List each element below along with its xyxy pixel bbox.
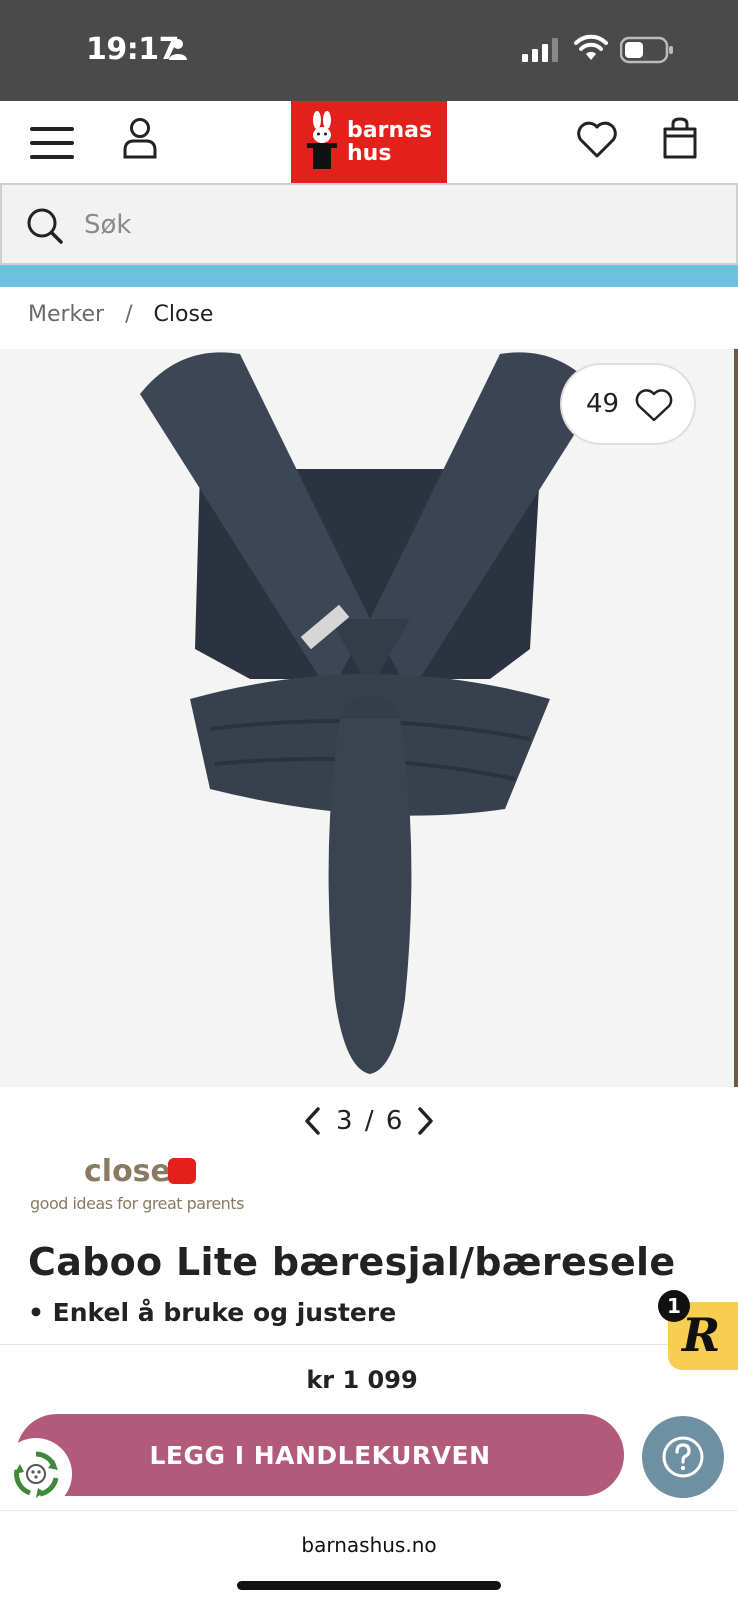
product-feature-bullet: • Enkel å bruke og justere bbox=[28, 1298, 397, 1327]
like-count: 49 bbox=[586, 389, 620, 419]
reviews-logo-letter: R bbox=[682, 1308, 721, 1362]
status-time: 19:17 bbox=[86, 32, 180, 67]
next-image-peek bbox=[734, 349, 738, 1087]
product-price: kr 1 099 bbox=[306, 1366, 418, 1394]
pager-position: 3 / 6 bbox=[336, 1106, 404, 1136]
person-icon bbox=[169, 39, 187, 60]
wifi-icon bbox=[574, 34, 608, 60]
status-bar: 19:17 bbox=[0, 0, 738, 101]
logo-wordmark: barnas hus bbox=[347, 119, 432, 165]
breadcrumb: Merker / Close bbox=[28, 302, 213, 327]
bunny-hat-icon bbox=[307, 111, 337, 169]
help-button[interactable] bbox=[642, 1416, 724, 1498]
product-photo-baby-wrap bbox=[140, 352, 600, 1074]
brand-logo-close[interactable]: close good ideas for great parents bbox=[30, 1154, 280, 1214]
browser-url[interactable]: barnashus.no bbox=[0, 1533, 738, 1557]
chevron-left-icon[interactable] bbox=[302, 1106, 324, 1136]
recycle-badge[interactable] bbox=[0, 1438, 72, 1510]
account-icon[interactable] bbox=[122, 117, 158, 161]
breadcrumb-item-close[interactable]: Close bbox=[154, 302, 214, 327]
shopping-bag-icon[interactable] bbox=[662, 117, 698, 159]
search-input[interactable] bbox=[84, 205, 644, 245]
recycle-icon bbox=[14, 1451, 59, 1498]
product-page: 19:17 barnas hus Søk Merker / Close 49 3… bbox=[0, 0, 738, 1600]
chevron-right-icon[interactable] bbox=[414, 1106, 436, 1136]
pager-separator: / bbox=[364, 1106, 376, 1136]
reviews-count-badge: 1 bbox=[658, 1290, 690, 1322]
search-icon[interactable] bbox=[26, 207, 64, 245]
heart-outline-icon bbox=[635, 389, 673, 422]
breadcrumb-separator: / bbox=[125, 302, 133, 327]
brand-heart-icon bbox=[168, 1158, 196, 1184]
browser-address-bar[interactable]: barnashus.no bbox=[0, 1510, 738, 1600]
promo-banner[interactable] bbox=[0, 265, 738, 287]
divider bbox=[0, 1344, 738, 1345]
product-title: Caboo Lite bæresjal/bæresele bbox=[28, 1240, 676, 1284]
image-pager: 3 / 6 bbox=[0, 1102, 738, 1142]
pager-current: 3 bbox=[336, 1106, 355, 1136]
logo-line-1: barnas bbox=[347, 118, 433, 143]
search-bar bbox=[0, 183, 738, 265]
heart-icon[interactable] bbox=[576, 119, 618, 159]
cellular-signal-icon bbox=[522, 38, 558, 62]
brand-name: close bbox=[84, 1154, 171, 1189]
question-mark-icon bbox=[662, 1436, 704, 1478]
add-to-cart-button[interactable]: LEGG I HANDLEKURVEN bbox=[16, 1414, 624, 1496]
logo-line-2: hus bbox=[347, 141, 392, 166]
site-header: barnas hus bbox=[0, 101, 738, 183]
brand-tagline: good ideas for great parents bbox=[30, 1194, 244, 1213]
product-image-gallery[interactable]: 49 bbox=[0, 349, 738, 1087]
pager-total: 6 bbox=[385, 1106, 405, 1136]
like-button[interactable]: 49 bbox=[560, 363, 696, 445]
battery-icon bbox=[620, 36, 673, 64]
breadcrumb-item-merker[interactable]: Merker bbox=[28, 302, 104, 327]
home-indicator bbox=[237, 1581, 501, 1590]
hamburger-menu-icon[interactable] bbox=[30, 125, 76, 161]
barnashus-logo[interactable]: barnas hus bbox=[291, 101, 447, 183]
